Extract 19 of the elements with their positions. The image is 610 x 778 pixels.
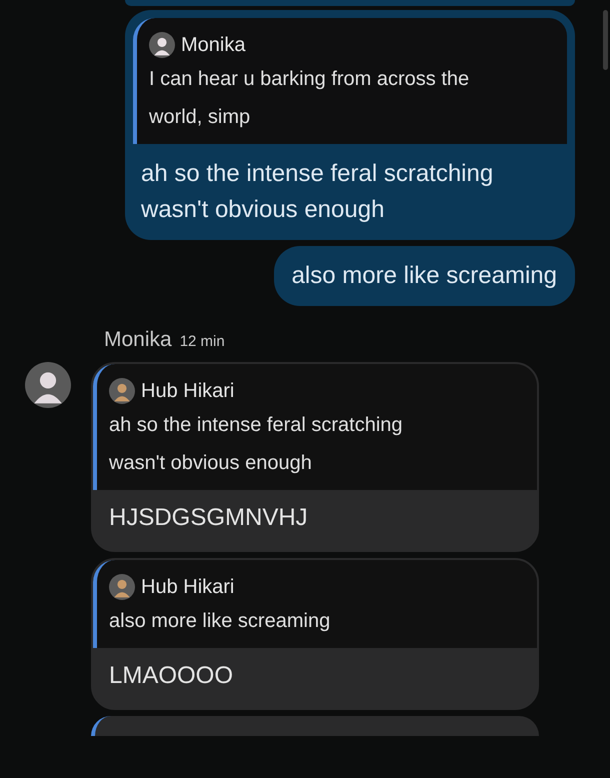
quote-author: Hub Hikari [141, 378, 234, 404]
quoted-message[interactable]: Monika I can hear u barking from across the world, simp [133, 18, 567, 144]
quoted-message[interactable]: Hub Hikari also more like screaming [93, 560, 537, 648]
quote-text: I can hear u barking from across the world, simp [149, 67, 470, 130]
quote-text: also more like screaming [109, 608, 332, 634]
message-text: also more like screaming [292, 261, 557, 291]
quoted-message[interactable]: Hub Hikari ah so the intense feral scratching wasn't obvious enough [93, 364, 537, 490]
sender-name: Monika [104, 327, 172, 353]
message-time: 12 min [180, 332, 225, 352]
message-text: HJSDGSGMNVHJ [108, 502, 309, 532]
message-text: ah so the intense feral scratching wasn't obvious enough [140, 159, 494, 225]
message-text: LMAOOOO [108, 660, 234, 690]
quote-text: ah so the intense feral scratching wasn't obvious enough [109, 412, 404, 476]
message-bubble[interactable]: Monika I can hear u barking from across the world, simp ah so the intense feral scratching wasn't obvious enough [125, 10, 575, 240]
quote-author: Hub Hikari [141, 574, 234, 600]
message-bubble[interactable]: Hub Hikari ah so the intense feral scratching wasn't obvious enough HJSDGSGMNVHJ [91, 362, 539, 552]
quote-author: Monika [181, 33, 246, 58]
message-bubble[interactable]: Hub Hikari also more like screaming LMAOOOO [91, 558, 539, 710]
message-bubble[interactable]: also more like screaming [274, 246, 575, 306]
